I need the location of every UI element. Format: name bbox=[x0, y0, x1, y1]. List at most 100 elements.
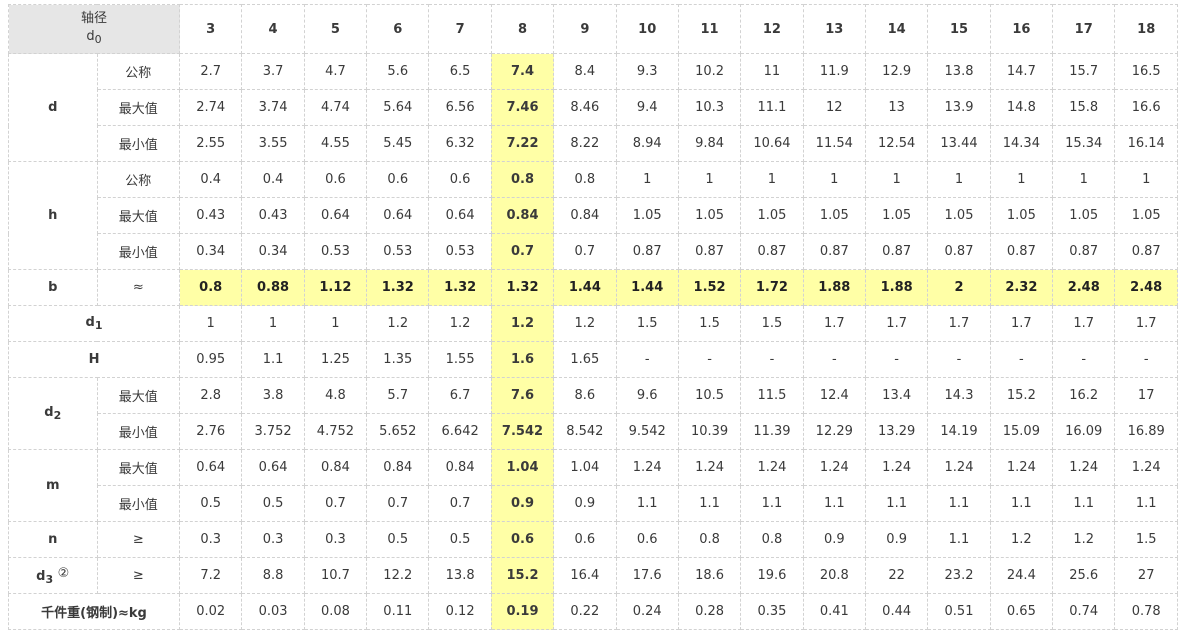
table-row: b ≈0.8 0.88 1.12 1.32 1.32 1.32 1.44 1.44 1.52 1.7… bbox=[8, 269, 1178, 306]
value-cell: 4.752 bbox=[303, 413, 368, 450]
weight-label: 千件重(钢制)≈kg bbox=[7, 593, 181, 630]
value-cell: 5.64 bbox=[366, 89, 430, 126]
value-cell: 1.04 bbox=[553, 449, 617, 486]
value-cell: 7.4 bbox=[490, 53, 555, 90]
value-cell: 1.7 bbox=[927, 305, 991, 342]
value-cell: 9.542 bbox=[615, 413, 679, 450]
value-cell: 0.9 bbox=[490, 485, 555, 522]
value-cell: 0.53 bbox=[428, 233, 492, 270]
value-cell: 12 bbox=[802, 89, 866, 126]
table-row: 最小值 0.5 0.5 0.7 0.7 0.7 0.9 0.9 1.1 1.1 1.1 1.1 1.1 1… bbox=[9, 485, 1178, 522]
value-cell: 1.44 bbox=[615, 269, 679, 306]
value-cell: 1.1 bbox=[241, 341, 305, 378]
value-cell: 0.5 bbox=[241, 485, 305, 522]
value-cell: 1.32 bbox=[490, 269, 555, 306]
value-cell: 0.4 bbox=[179, 161, 243, 198]
value-cell: 1.05 bbox=[927, 197, 991, 234]
value-cell: 1.72 bbox=[740, 269, 804, 306]
value-cell: 1.05 bbox=[802, 197, 866, 234]
value-cell: 0.19 bbox=[490, 593, 555, 630]
value-cell: 12.2 bbox=[366, 557, 430, 594]
value-cell: 1.1 bbox=[740, 485, 804, 522]
value-cell: 0.84 bbox=[303, 449, 368, 486]
value-cell: 4.74 bbox=[303, 89, 368, 126]
value-cell: 1.88 bbox=[802, 269, 866, 306]
table-row: H 0.95 1.1 1.25 1.35 1.55 1.6 1.65- - - - - - - - - bbox=[7, 341, 1178, 378]
row-symbol-b: b bbox=[8, 269, 98, 306]
column-header: 7 bbox=[428, 4, 492, 54]
value-cell: 1.7 bbox=[1114, 305, 1178, 342]
value-cell: 0.8 bbox=[677, 521, 742, 558]
header-row: 轴径 d0 3 4 5 6 7 8 9 10 11 12 13 14 15 16 17 18 bbox=[7, 4, 1178, 54]
value-cell: 7.22 bbox=[490, 125, 555, 162]
value-cell: 1.35 bbox=[366, 341, 430, 378]
value-cell: 15.09 bbox=[989, 413, 1054, 450]
value-cell: 2 bbox=[927, 269, 991, 306]
value-cell: 0.7 bbox=[366, 485, 430, 522]
column-header: 8 bbox=[490, 4, 555, 54]
value-cell: 0.28 bbox=[677, 593, 742, 630]
value-cell: 0.44 bbox=[864, 593, 929, 630]
row-qualifier: 最小值 bbox=[96, 125, 181, 162]
value-cell: 0.87 bbox=[615, 233, 679, 270]
value-cell: 0.88 bbox=[241, 269, 305, 306]
value-cell: 0.9 bbox=[864, 521, 929, 558]
value-cell: 13 bbox=[864, 89, 929, 126]
value-cell: 0.41 bbox=[802, 593, 866, 630]
column-header: 6 bbox=[366, 4, 430, 54]
value-cell: - bbox=[677, 341, 742, 378]
value-cell: 12.9 bbox=[864, 53, 929, 90]
value-cell: 1.05 bbox=[864, 197, 929, 234]
value-cell: - bbox=[864, 341, 929, 378]
value-cell: 15.34 bbox=[1052, 125, 1116, 162]
row-qualifier: 公称 bbox=[96, 161, 181, 198]
value-cell: 1.1 bbox=[802, 485, 866, 522]
row-symbol-n: n bbox=[8, 521, 98, 558]
value-cell: 1.2 bbox=[989, 521, 1054, 558]
column-header: 12 bbox=[740, 4, 804, 54]
value-cell: 0.87 bbox=[740, 233, 804, 270]
value-cell: 0.6 bbox=[615, 521, 679, 558]
value-cell: 16.6 bbox=[1114, 89, 1178, 126]
value-cell: 0.08 bbox=[303, 593, 368, 630]
value-cell: 13.8 bbox=[428, 557, 492, 594]
value-cell: 1.1 bbox=[864, 485, 929, 522]
value-cell: 11.9 bbox=[802, 53, 866, 90]
value-cell: 0.64 bbox=[366, 197, 430, 234]
value-cell: 4.55 bbox=[303, 125, 368, 162]
value-cell: 3.74 bbox=[241, 89, 305, 126]
value-cell: 0.4 bbox=[241, 161, 305, 198]
value-cell: 4.8 bbox=[303, 377, 368, 414]
value-cell: 5.652 bbox=[366, 413, 430, 450]
value-cell: 13.29 bbox=[864, 413, 929, 450]
value-cell: 1.05 bbox=[989, 197, 1054, 234]
value-cell: 14.34 bbox=[989, 125, 1054, 162]
value-cell: 1.24 bbox=[864, 449, 929, 486]
value-cell: 12.54 bbox=[864, 125, 929, 162]
column-header: 18 bbox=[1114, 4, 1178, 54]
value-cell: 1.24 bbox=[677, 449, 742, 486]
value-cell: 1 bbox=[1114, 161, 1178, 198]
value-cell: 22 bbox=[864, 557, 929, 594]
value-cell: 2.76 bbox=[179, 413, 243, 450]
value-cell: 1 bbox=[677, 161, 742, 198]
value-cell: 11.54 bbox=[802, 125, 866, 162]
value-cell: 4.7 bbox=[303, 53, 368, 90]
value-cell: 3.7 bbox=[241, 53, 305, 90]
table-row: 千件重(钢制)≈kg 0.02 0.03 0.08 0.11 0.12 0.19 0.22 0.… bbox=[7, 593, 1178, 630]
value-cell: 8.4 bbox=[553, 53, 617, 90]
row-symbol-d3: d3 ② bbox=[8, 557, 98, 594]
value-cell: 0.87 bbox=[802, 233, 866, 270]
value-cell: 15.7 bbox=[1052, 53, 1116, 90]
table-row: d 公称 2.7 3.7 4.7 5.6 6.5 7.4 8.4 9.3 10.2 11 11.9 12.… bbox=[8, 53, 1178, 162]
value-cell: 1.1 bbox=[615, 485, 679, 522]
row-qualifier: ≥ bbox=[96, 557, 181, 594]
value-cell: - bbox=[1052, 341, 1116, 378]
value-cell: 0.9 bbox=[802, 521, 866, 558]
value-cell: 10.64 bbox=[740, 125, 804, 162]
value-cell: - bbox=[740, 341, 804, 378]
value-cell: 6.32 bbox=[428, 125, 492, 162]
value-cell: 1.7 bbox=[802, 305, 866, 342]
value-cell: 1.55 bbox=[428, 341, 492, 378]
value-cell: 25.6 bbox=[1052, 557, 1116, 594]
